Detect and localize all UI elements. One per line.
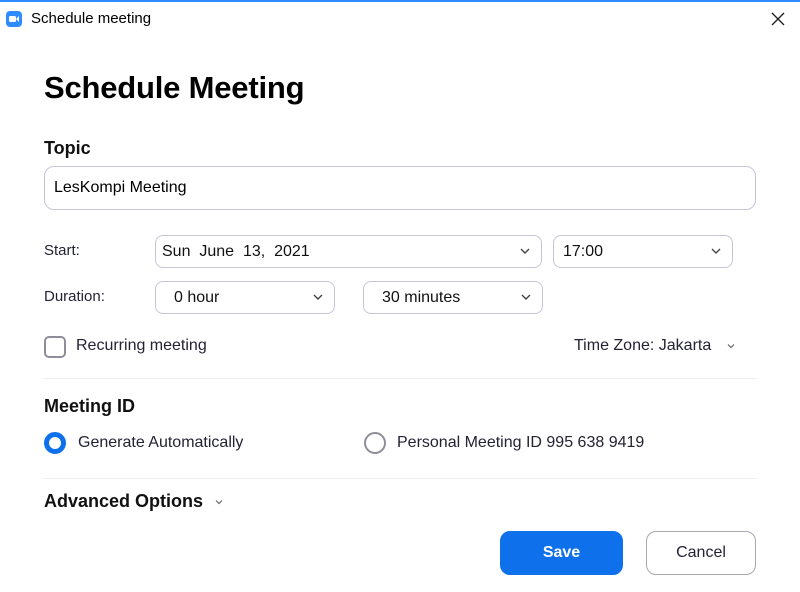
- page-title: Schedule Meeting: [44, 70, 305, 105]
- cancel-button[interactable]: Cancel: [646, 531, 756, 575]
- chevron-down-icon: [313, 294, 323, 300]
- recurring-meeting-label[interactable]: Recurring meeting: [76, 337, 207, 355]
- chevron-down-icon: [711, 248, 721, 254]
- schedule-meeting-window: Schedule meeting Schedule Meeting Topic …: [0, 0, 800, 592]
- advanced-options-toggle[interactable]: Advanced Options: [44, 491, 224, 512]
- meeting-id-label: Meeting ID: [44, 396, 136, 416]
- start-time-dropdown[interactable]: 17:00: [553, 235, 733, 268]
- chevron-down-icon: [727, 343, 735, 349]
- close-button[interactable]: [766, 7, 790, 31]
- start-label: Start:: [44, 242, 80, 259]
- duration-hours-value: 0 hour: [174, 289, 220, 306]
- chevron-down-icon: [520, 248, 530, 254]
- window-title: Schedule meeting: [31, 10, 152, 27]
- zoom-camera-icon: [6, 11, 22, 27]
- advanced-options-label: Advanced Options: [44, 491, 204, 511]
- topic-label: Topic: [44, 138, 91, 158]
- start-time-value: 17:00: [563, 243, 604, 260]
- divider: [44, 478, 756, 479]
- close-icon: [771, 12, 785, 26]
- time-zone-dropdown[interactable]: Time Zone: Jakarta: [574, 337, 736, 355]
- generate-automatically-label[interactable]: Generate Automatically: [78, 434, 243, 452]
- title-bar: Schedule meeting: [0, 2, 800, 36]
- save-button[interactable]: Save: [500, 531, 623, 575]
- personal-meeting-id-radio[interactable]: [364, 432, 386, 454]
- duration-hours-dropdown[interactable]: 0 hour: [155, 281, 335, 314]
- chevron-down-icon: [521, 294, 531, 300]
- recurring-meeting-checkbox[interactable]: [44, 336, 66, 358]
- duration-label: Duration:: [44, 288, 105, 305]
- personal-meeting-id-label[interactable]: Personal Meeting ID 995 638 9419: [397, 434, 644, 452]
- divider: [44, 378, 756, 379]
- duration-minutes-dropdown[interactable]: 30 minutes: [363, 281, 543, 314]
- generate-automatically-radio[interactable]: [44, 432, 66, 454]
- topic-input[interactable]: LesKompi Meeting: [44, 166, 756, 210]
- start-date-dropdown[interactable]: Sun June 13, 2021: [155, 235, 542, 268]
- time-zone-label: Time Zone: Jakarta: [574, 337, 712, 354]
- start-date-value: Sun June 13, 2021: [162, 243, 310, 260]
- chevron-down-icon: [215, 500, 223, 505]
- duration-minutes-value: 30 minutes: [382, 289, 461, 306]
